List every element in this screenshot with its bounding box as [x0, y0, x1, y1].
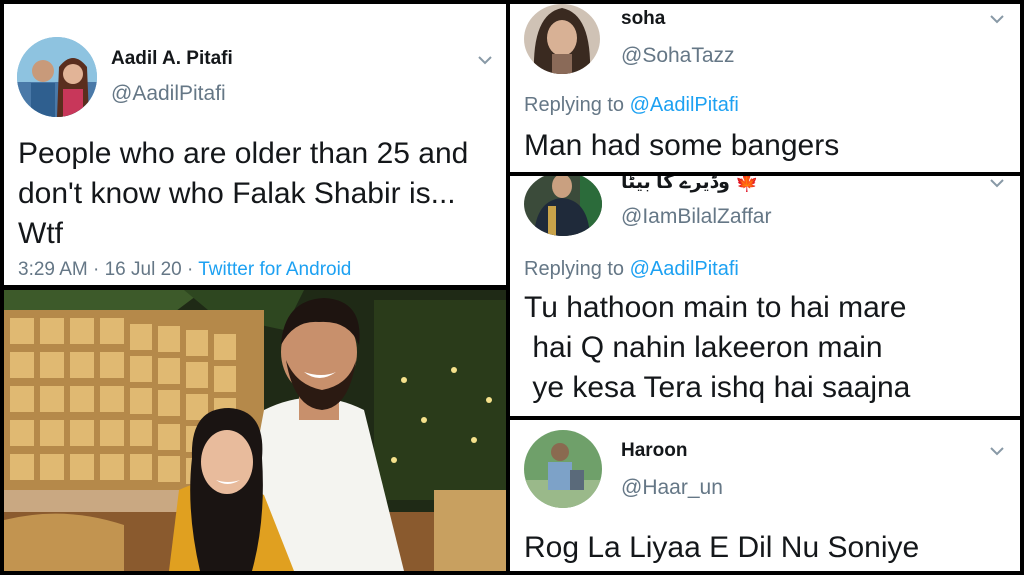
display-name-text: وڈیرے کا بیٹا	[621, 176, 730, 193]
chevron-down-icon[interactable]	[990, 444, 1004, 458]
flag-icon: 🍁	[735, 176, 759, 193]
tweet-timestamp[interactable]: 3:29 AM · 16 Jul 20 ·	[18, 259, 198, 280]
replying-to: Replying to @AadilPitafi	[524, 94, 739, 117]
handle[interactable]: @AadilPitafi	[111, 82, 226, 106]
avatar[interactable]	[524, 4, 600, 74]
chevron-down-icon[interactable]	[478, 53, 492, 67]
chevron-down-icon[interactable]	[990, 176, 1004, 190]
replying-to-label: Replying to	[524, 258, 630, 280]
mention-link[interactable]: @AadilPitafi	[630, 258, 739, 280]
replying-to-label: Replying to	[524, 94, 630, 116]
handle[interactable]: @Haar_un	[621, 476, 723, 500]
handle[interactable]: @SohaTazz	[621, 44, 735, 68]
mention-link[interactable]: @AadilPitafi	[630, 94, 739, 116]
tweet-text: Tu hathoon main to hai mare hai Q nahin …	[524, 291, 911, 404]
tweet-text: Rog La Liyaa E Dil Nu Soniye	[524, 531, 920, 564]
display-name[interactable]: Haroon	[621, 440, 688, 462]
avatar[interactable]	[524, 176, 602, 236]
avatar[interactable]	[524, 430, 602, 508]
reply-card-bilal[interactable]: 🍁 وڈیرے کا بیٹا @IamBilalZaffar Replying…	[510, 176, 1020, 416]
main-tweet-card[interactable]: Aadil A. Pitafi @AadilPitafi People who …	[4, 4, 506, 285]
tweet-text: Man had some bangers	[524, 129, 840, 162]
display-name[interactable]: 🍁 وڈیرے کا بیٹا	[621, 176, 759, 194]
photo-illustration	[4, 290, 506, 571]
reply-card-haroon[interactable]: Haroon @Haar_un Rog La Liyaa E Dil Nu So…	[510, 420, 1020, 571]
avatar-photo	[524, 430, 602, 508]
replying-to: Replying to @AadilPitafi	[524, 258, 739, 281]
tweet-meta: 3:29 AM · 16 Jul 20 · Twitter for Androi…	[18, 259, 351, 281]
display-name[interactable]: soha	[621, 8, 665, 30]
avatar-photo	[524, 176, 602, 236]
tweet-text: People who are older than 25 and don't k…	[18, 137, 469, 250]
reply-card-soha[interactable]: soha @SohaTazz Replying to @AadilPitafi …	[510, 4, 1020, 172]
chevron-down-icon[interactable]	[990, 12, 1004, 26]
handle[interactable]: @IamBilalZaffar	[621, 205, 771, 229]
avatar-photo	[524, 4, 600, 74]
avatar[interactable]	[17, 37, 97, 117]
tweet-source[interactable]: Twitter for Android	[198, 259, 351, 280]
display-name[interactable]: Aadil A. Pitafi	[111, 48, 233, 70]
couple-photo	[4, 290, 506, 571]
avatar-photo	[17, 37, 97, 117]
